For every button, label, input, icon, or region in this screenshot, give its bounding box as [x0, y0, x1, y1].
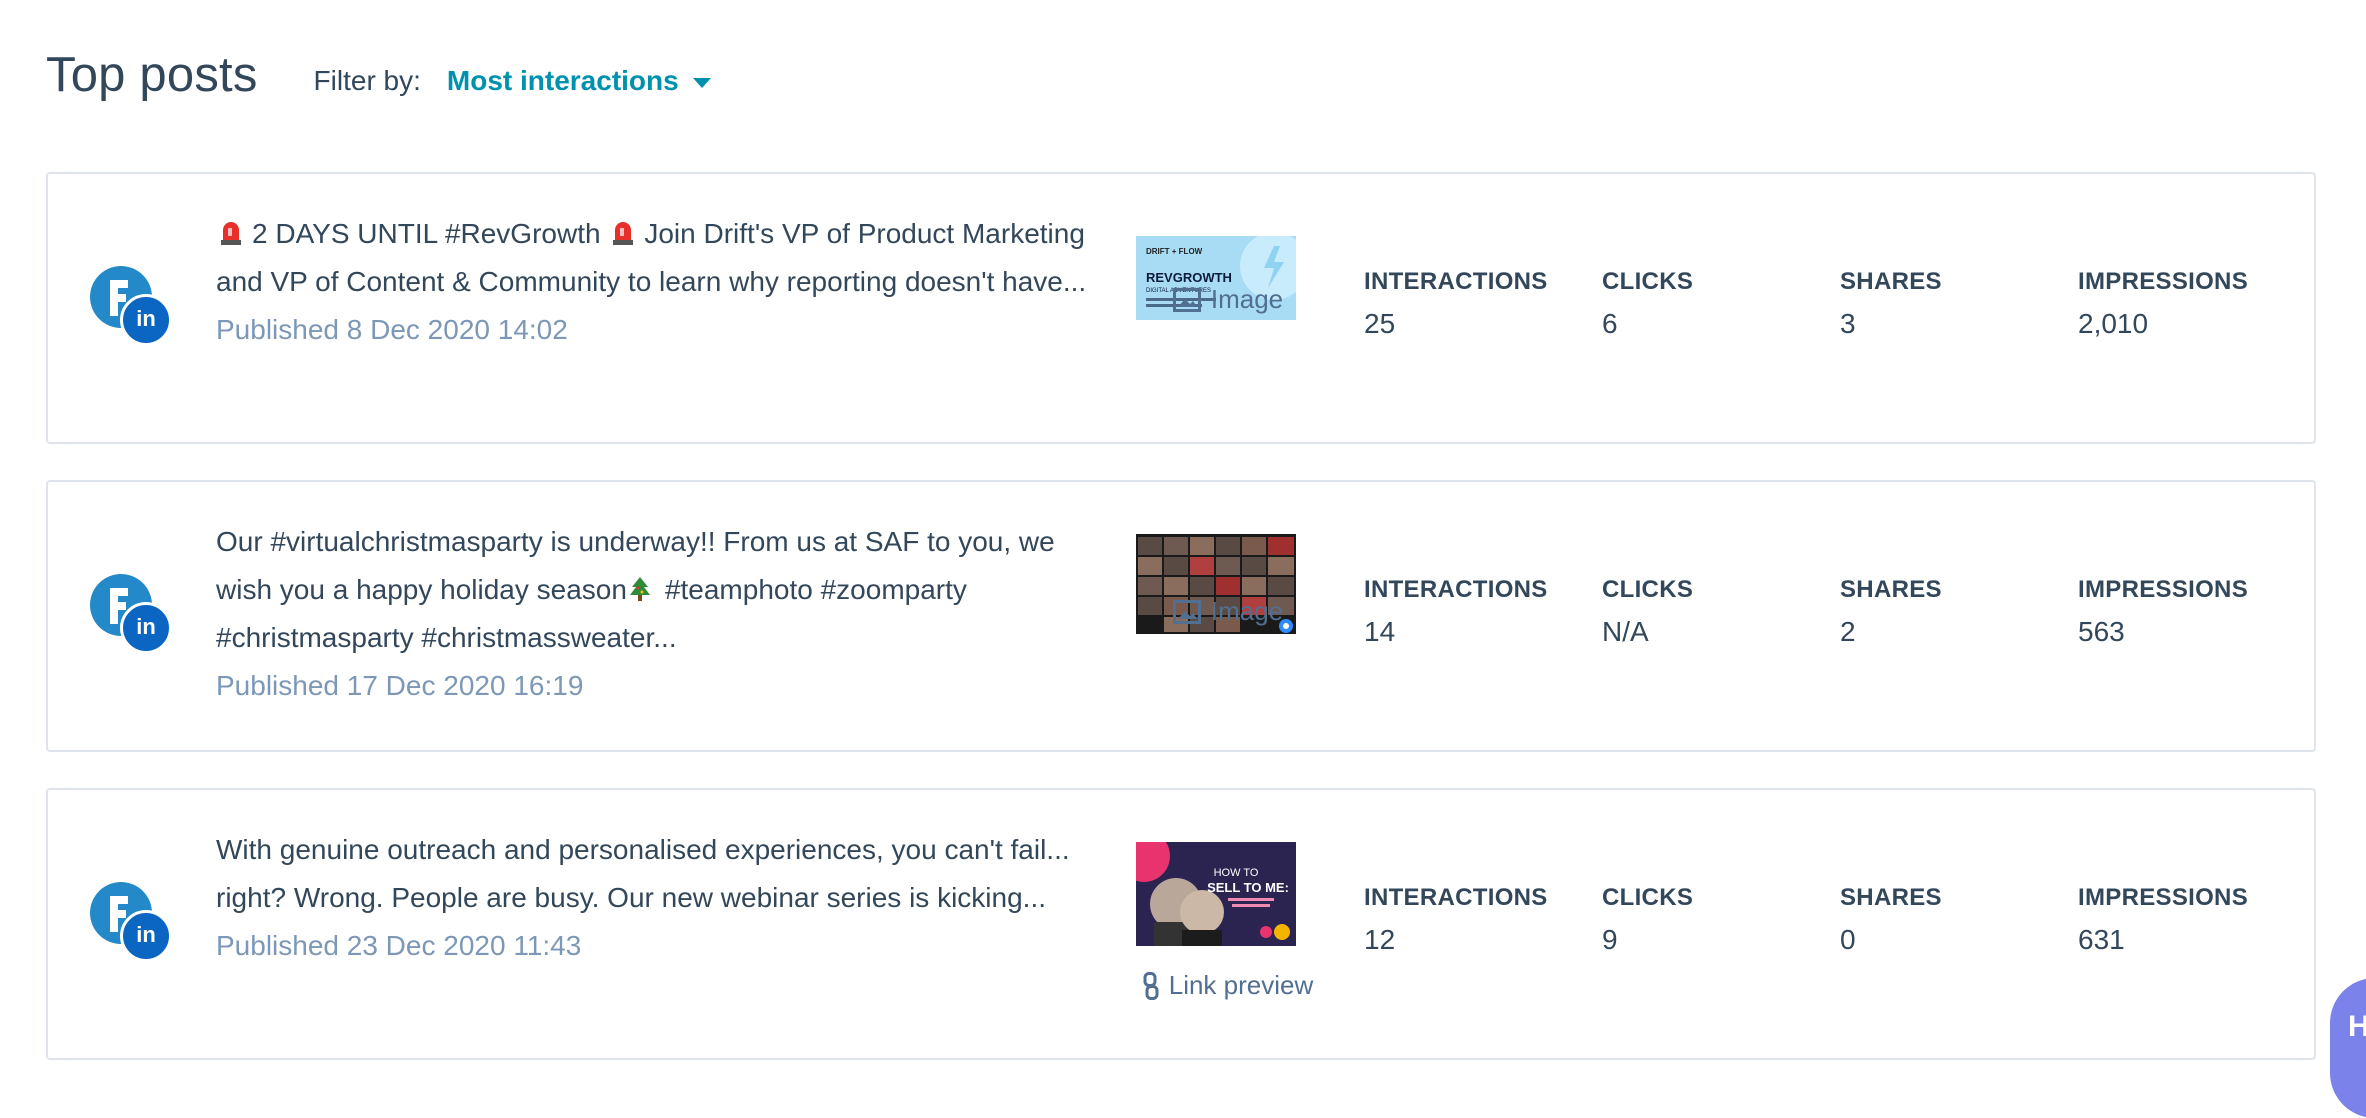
help-button-label: H — [2348, 1010, 2366, 1043]
published-date: Published 17 Dec 2020 16:19 — [216, 670, 584, 701]
media-type-label[interactable]: Link preview — [1169, 970, 1314, 1001]
help-button[interactable]: H — [2330, 978, 2366, 1118]
siren-emoji-icon — [221, 222, 241, 245]
post-text[interactable]: With genuine outreach and personalised e… — [216, 826, 1096, 970]
metric-impressions: IMPRESSIONS 2,010 — [2078, 268, 2248, 340]
metric-label: CLICKS — [1602, 268, 1694, 295]
filter-label: Filter by: — [313, 65, 421, 96]
thumb-brand: DRIFT + FLOW — [1146, 247, 1203, 256]
metric-label: SHARES — [1840, 576, 1942, 603]
post-card[interactable]: in 2 DAYS UNTIL #RevGrowth Join Drift's … — [46, 172, 2316, 444]
caret-down-icon[interactable] — [692, 78, 711, 88]
metric-interactions: INTERACTIONS 14 — [1364, 576, 1548, 648]
metric-label: INTERACTIONS — [1364, 268, 1548, 295]
metric-value: 25 — [1364, 308, 1396, 339]
page-title: Top posts — [46, 48, 258, 102]
metric-value: 563 — [2078, 616, 2125, 647]
metric-value: 0 — [1840, 924, 1856, 955]
post-text-part: With genuine outreach and personalised e… — [216, 834, 1070, 913]
metric-shares: SHARES 2 — [1840, 576, 1942, 648]
metric-value: 12 — [1364, 924, 1396, 955]
metric-label: IMPRESSIONS — [2078, 884, 2248, 911]
published-date: Published 8 Dec 2020 14:02 — [216, 314, 568, 345]
metric-label: IMPRESSIONS — [2078, 576, 2248, 603]
media-type: Image — [1136, 596, 1320, 627]
linkedin-icon: in — [120, 910, 172, 962]
media-type: Image — [1136, 284, 1320, 315]
account-avatar: in — [90, 574, 172, 654]
post-card[interactable]: in With genuine outreach and personalise… — [46, 788, 2316, 1060]
metric-clicks: CLICKS 9 — [1602, 884, 1693, 956]
metric-impressions: IMPRESSIONS 631 — [2078, 884, 2248, 956]
media-type-label: Image — [1210, 284, 1284, 314]
media-type: Link preview — [1136, 970, 1320, 1001]
post-text[interactable]: 2 DAYS UNTIL #RevGrowth Join Drift's VP … — [216, 210, 1096, 354]
thumb-line2: SELL TO ME: — [1207, 880, 1289, 895]
christmas-tree-emoji-icon — [629, 577, 650, 601]
metric-clicks: CLICKS 6 — [1602, 268, 1693, 340]
metric-label: CLICKS — [1602, 884, 1694, 911]
post-card[interactable]: in Our #virtualchristmasparty is underwa… — [46, 480, 2316, 752]
post-text[interactable]: Our #virtualchristmasparty is underway!!… — [216, 518, 1096, 710]
image-icon — [1172, 287, 1201, 312]
siren-emoji-icon — [613, 222, 634, 245]
metric-value: 631 — [2078, 924, 2125, 955]
metric-label: INTERACTIONS — [1364, 576, 1548, 603]
filter-dropdown-value[interactable]: Most interactions — [447, 65, 679, 97]
filter-dropdown[interactable]: Most interactions — [447, 65, 711, 97]
image-icon — [1172, 599, 1201, 624]
post-thumbnail[interactable]: HOW TO SELL TO ME: — [1136, 842, 1296, 946]
metric-impressions: IMPRESSIONS 563 — [2078, 576, 2248, 648]
thumb-title: REVGROWTH — [1146, 270, 1232, 285]
metric-label: SHARES — [1840, 884, 1942, 911]
post-text-part: 2 DAYS UNTIL #RevGrowth — [252, 218, 601, 249]
metric-value: 9 — [1602, 924, 1618, 955]
account-avatar: in — [90, 266, 172, 346]
metric-label: SHARES — [1840, 268, 1942, 295]
thumb-line1: HOW TO — [1214, 867, 1259, 879]
account-avatar: in — [90, 882, 172, 962]
metric-value: 6 — [1602, 308, 1618, 339]
page-header: Top posts Filter by: Most interactions — [46, 40, 711, 110]
linkedin-icon: in — [120, 294, 172, 346]
metric-value: 2 — [1840, 616, 1856, 647]
metric-label: IMPRESSIONS — [2078, 268, 2248, 295]
link-icon — [1143, 971, 1159, 1000]
metric-shares: SHARES 3 — [1840, 268, 1942, 340]
metric-interactions: INTERACTIONS 25 — [1364, 268, 1548, 340]
published-date: Published 23 Dec 2020 11:43 — [216, 930, 582, 961]
metric-value: N/A — [1602, 616, 1649, 647]
linkedin-icon: in — [120, 602, 172, 654]
metric-label: INTERACTIONS — [1364, 884, 1548, 911]
metric-clicks: CLICKS N/A — [1602, 576, 1693, 648]
metric-value: 3 — [1840, 308, 1856, 339]
metric-interactions: INTERACTIONS 12 — [1364, 884, 1548, 956]
metric-value: 2,010 — [2078, 308, 2149, 339]
metric-label: CLICKS — [1602, 576, 1694, 603]
metric-shares: SHARES 0 — [1840, 884, 1942, 956]
media-type-label: Image — [1210, 596, 1284, 626]
metric-value: 14 — [1364, 616, 1396, 647]
